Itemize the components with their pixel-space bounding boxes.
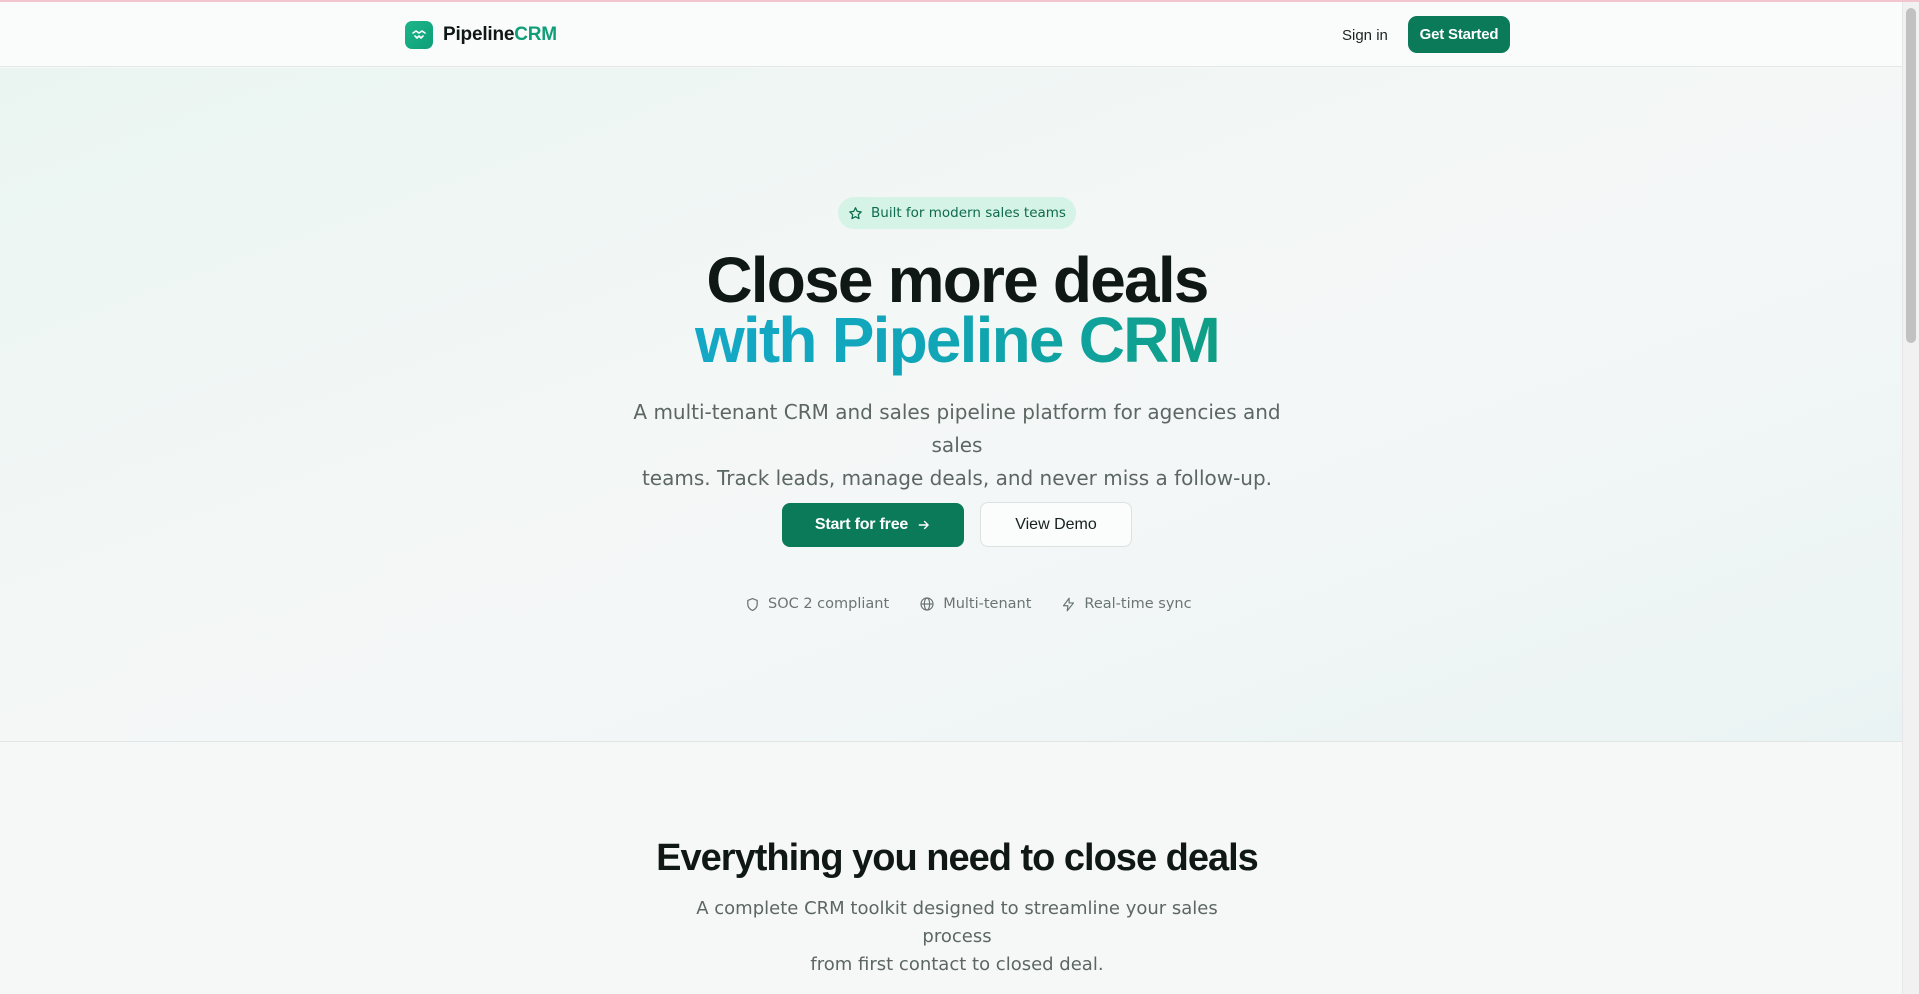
- page-scrollbar[interactable]: [1902, 2, 1919, 994]
- trust-item-real-time-sync: Real-time sync: [1061, 596, 1192, 612]
- features-subtitle-line2: from first contact to closed deal.: [810, 954, 1104, 975]
- brand-name: PipelineCRM: [443, 24, 557, 46]
- view-demo-button[interactable]: View Demo: [980, 502, 1132, 547]
- hero-subtitle-line2: teams. Track leads, manage deals, and ne…: [641, 466, 1273, 490]
- lightning-icon: [1061, 597, 1076, 612]
- brand-name-prefix: Pipeline: [443, 24, 515, 45]
- trust-item-multi-tenant: Multi-tenant: [919, 596, 1031, 612]
- trust-item-label: Real-time sync: [1084, 596, 1192, 612]
- trust-item-soc2: SOC 2 compliant: [745, 596, 889, 612]
- hero-badge-text: Built for modern sales teams: [871, 205, 1066, 221]
- scrollbar-thumb[interactable]: [1906, 8, 1916, 343]
- hero-subtitle-line1: A multi-tenant CRM and sales pipeline pl…: [633, 400, 1281, 457]
- brand-home-link[interactable]: PipelineCRM: [405, 21, 557, 49]
- features-title: Everything you need to close deals: [656, 837, 1259, 879]
- trust-item-label: Multi-tenant: [943, 596, 1032, 612]
- hero-title-line1: Close more deals: [706, 244, 1209, 316]
- star-icon: [848, 206, 863, 221]
- sign-in-button[interactable]: Sign in: [1332, 18, 1398, 52]
- handshake-icon: [405, 21, 433, 49]
- hero-subtitle: A multi-tenant CRM and sales pipeline pl…: [620, 396, 1294, 495]
- hero-section: Built for modern sales teams Close more …: [0, 68, 1902, 742]
- landing-page: PipelineCRM Sign in Get Started Built fo…: [0, 0, 1919, 994]
- features-subtitle-line1: A complete CRM toolkit designed to strea…: [696, 898, 1218, 947]
- hero-badge: Built for modern sales teams: [838, 197, 1076, 229]
- start-for-free-button[interactable]: Start for free: [782, 503, 964, 547]
- top-navigation-bar: PipelineCRM Sign in Get Started: [0, 2, 1902, 67]
- globe-icon: [919, 596, 935, 612]
- trust-indicators: SOC 2 compliant Multi-tenant Real-time s…: [745, 593, 1192, 615]
- brand-name-accent: CRM: [514, 24, 557, 45]
- shield-icon: [745, 597, 760, 612]
- hero-content: Built for modern sales teams Close more …: [0, 68, 1902, 742]
- arrow-right-icon: [917, 518, 931, 532]
- trust-item-label: SOC 2 compliant: [768, 596, 890, 612]
- features-subtitle: A complete CRM toolkit designed to strea…: [667, 895, 1247, 979]
- hero-title-line2: with Pipeline CRM: [0, 308, 1914, 372]
- start-for-free-label: Start for free: [814, 516, 909, 533]
- hero-title-gradient-text: with Pipeline CRM: [694, 304, 1221, 376]
- get-started-button[interactable]: Get Started: [1408, 16, 1510, 53]
